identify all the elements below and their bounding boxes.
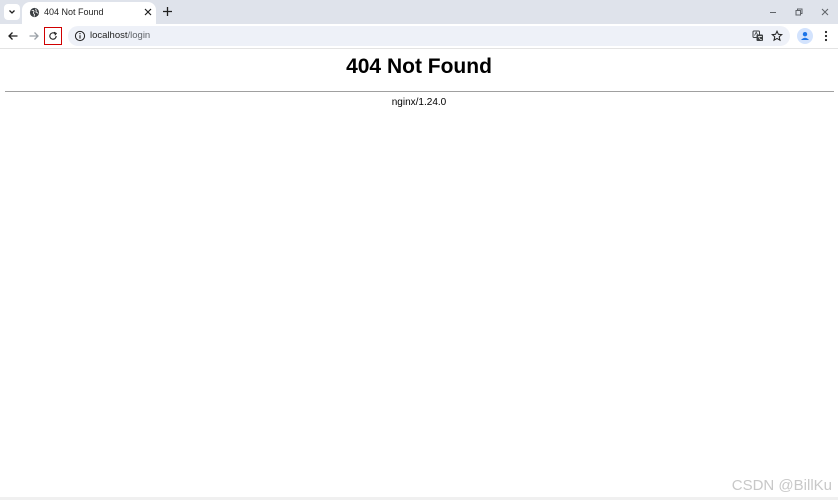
toolbar: localhost/login <box>0 24 838 48</box>
minimize-icon[interactable] <box>767 6 779 18</box>
browser-tab[interactable]: 404 Not Found <box>22 2 156 24</box>
translate-icon[interactable] <box>752 30 764 42</box>
url-path: /login <box>127 30 151 41</box>
more-vert-icon[interactable] <box>820 29 832 43</box>
page-heading: 404 Not Found <box>346 55 492 78</box>
tab-search-icon <box>9 10 15 14</box>
restore-icon[interactable] <box>793 6 805 18</box>
star-icon[interactable] <box>771 30 783 42</box>
profile-icon <box>801 32 809 40</box>
address-bar[interactable]: localhost/login <box>68 26 790 46</box>
window-close-icon[interactable] <box>819 6 831 18</box>
server-signature: nginx/1.24.0 <box>391 97 447 108</box>
tab-title: 404 Not Found <box>44 7 104 17</box>
reload-button[interactable] <box>44 27 62 45</box>
reload-icon <box>49 31 58 40</box>
tab-strip: 404 Not Found <box>0 0 838 24</box>
url-text[interactable]: localhost/login <box>90 30 150 41</box>
tab-search-button[interactable] <box>4 4 20 20</box>
toolbar-divider <box>0 48 838 49</box>
close-icon[interactable] <box>143 7 153 17</box>
back-arrow-icon[interactable] <box>6 29 20 43</box>
watermark: CSDN @BillKu <box>731 477 832 494</box>
forward-arrow-icon[interactable] <box>27 29 41 43</box>
profile-button[interactable] <box>797 28 813 44</box>
info-icon[interactable] <box>74 30 86 42</box>
globe-icon <box>29 7 40 18</box>
horizontal-rule <box>5 91 834 92</box>
url-host: localhost <box>90 30 128 41</box>
plus-icon[interactable] <box>162 6 173 17</box>
